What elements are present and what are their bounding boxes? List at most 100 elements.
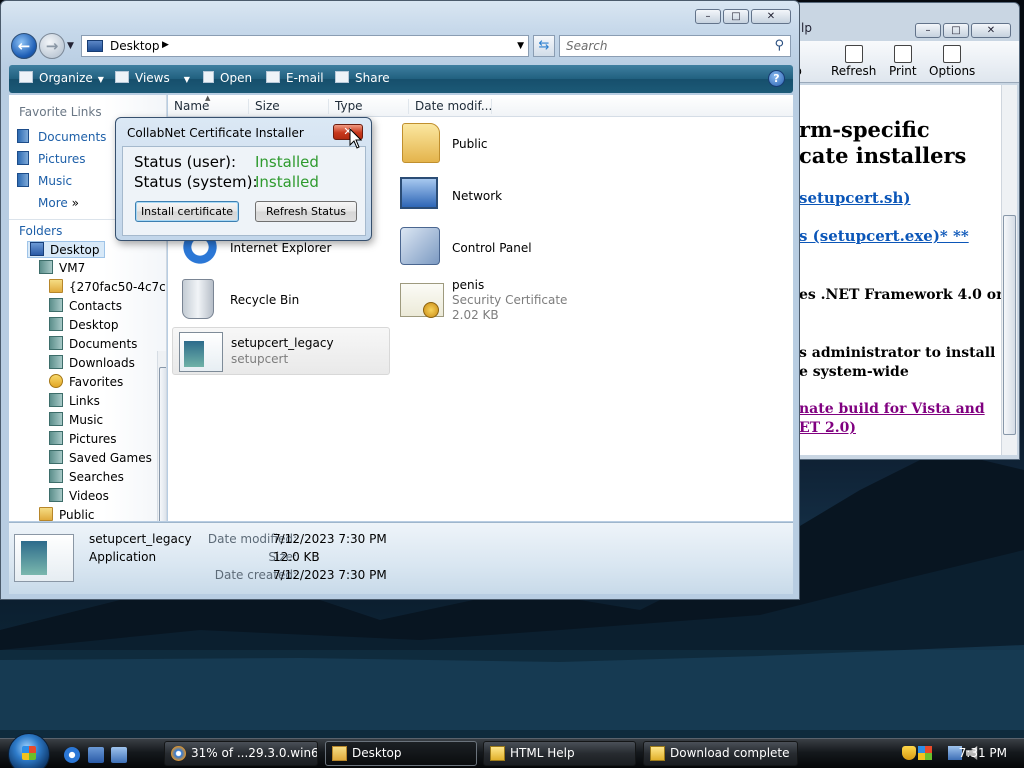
sort-ascending-icon: ▲: [205, 94, 211, 102]
tree-item-documents[interactable]: Documents: [49, 336, 137, 351]
forward-button[interactable]: →: [39, 33, 65, 59]
taskbar-item-label: Download complete: [670, 746, 790, 760]
help-link-alternate-line2[interactable]: ET 2.0): [799, 420, 856, 436]
tree-item-pictures[interactable]: Pictures: [49, 431, 117, 446]
recent-pages-dropdown[interactable]: ▼: [67, 41, 74, 51]
help-refresh-button[interactable]: Refresh: [831, 45, 876, 78]
taskbar-item-download-complete[interactable]: Download complete: [643, 741, 798, 766]
help-scrollbar[interactable]: [1001, 85, 1017, 455]
help-minimize-button[interactable]: –: [915, 23, 941, 38]
list-item-recycle-bin[interactable]: Recycle Bin: [172, 275, 390, 323]
windows-security-icon[interactable]: [918, 746, 932, 760]
application-icon: [179, 332, 223, 372]
start-button[interactable]: [8, 733, 50, 768]
tree-item-guid-folder[interactable]: {270fac50-4c7c: [49, 279, 166, 294]
list-item-setupcert-legacy[interactable]: setupcert_legacy setupcert: [172, 327, 390, 375]
install-certificate-button[interactable]: Install certificate: [135, 201, 239, 222]
help-icon[interactable]: ?: [768, 70, 785, 87]
tree-item-downloads[interactable]: Downloads: [49, 355, 135, 370]
list-item-network[interactable]: Network: [394, 171, 612, 219]
views-icon: [115, 71, 129, 83]
taskbar-item-desktop[interactable]: Desktop: [325, 741, 477, 766]
tree-item-vm7[interactable]: VM7: [39, 260, 85, 275]
help-options-button[interactable]: Options: [929, 45, 975, 78]
quick-launch-switch-windows-icon[interactable]: [111, 747, 127, 763]
taskbar-item-html-help[interactable]: HTML Help: [483, 741, 636, 766]
html-help-window[interactable]: lp – □ ✕ p Refresh Print Options rm-spec…: [780, 2, 1020, 460]
refresh-arrows-icon: ⇆: [538, 38, 550, 53]
tree-item-desktop[interactable]: Desktop: [27, 241, 105, 258]
address-row: ← → ▼ Desktop ▶ ▼ ⇆ Search ⚲: [9, 33, 793, 61]
tree-item-music[interactable]: Music: [49, 412, 103, 427]
quick-launch-ie-icon[interactable]: [64, 747, 80, 763]
searches-icon: [49, 469, 63, 483]
share-button[interactable]: Share: [335, 71, 390, 85]
taskbar-item-label: 31% of ...29.3.0.win6...: [191, 746, 318, 760]
favorite-pictures[interactable]: Pictures: [17, 151, 86, 166]
refresh-status-button[interactable]: Refresh Status: [255, 201, 357, 222]
tree-label: Documents: [69, 337, 138, 351]
help-content-pane: rm-specific cate installers setupcert.sh…: [799, 85, 1001, 455]
item-type: Security Certificate: [452, 293, 568, 307]
quick-launch-show-desktop-icon[interactable]: [88, 747, 104, 763]
help-text-systemwide: e system-wide: [799, 364, 909, 380]
organize-menu[interactable]: Organize ▼: [19, 71, 104, 85]
favorite-documents[interactable]: Documents: [17, 129, 106, 144]
taskbar-item-download[interactable]: 31% of ...29.3.0.win6...: [164, 741, 318, 766]
tree-label: Music: [69, 413, 104, 427]
views-menu[interactable]: Views ▼: [115, 71, 190, 85]
search-icon[interactable]: ⚲: [774, 38, 784, 53]
status-system-label: Status (system):: [134, 173, 258, 191]
tree-label: Saved Games: [69, 451, 152, 465]
help-print-button[interactable]: Print: [889, 45, 917, 78]
open-button[interactable]: Open: [203, 71, 252, 85]
help-scroll-thumb[interactable]: [1003, 215, 1016, 435]
back-button[interactable]: ←: [11, 33, 37, 59]
column-name[interactable]: ▲ Name: [168, 94, 248, 114]
certificate-installer-dialog[interactable]: CollabNet Certificate Installer ✕ Status…: [115, 117, 372, 241]
maximize-button[interactable]: □: [723, 9, 749, 24]
navigation-scrollbar[interactable]: [157, 351, 166, 521]
breadcrumb-chevron-icon[interactable]: ▶: [162, 40, 169, 50]
tree-item-contacts[interactable]: Contacts: [49, 298, 122, 313]
address-dropdown-icon[interactable]: ▼: [517, 41, 524, 51]
favorite-more[interactable]: More »: [17, 195, 79, 210]
item-name: Recycle Bin: [230, 293, 300, 307]
details-file-type: Application: [89, 550, 157, 564]
navigation-scroll-thumb[interactable]: [159, 367, 166, 521]
list-item-control-panel[interactable]: Control Panel: [394, 223, 612, 271]
refresh-button[interactable]: ⇆: [533, 35, 555, 57]
favorite-music[interactable]: Music: [17, 173, 72, 188]
help-maximize-button[interactable]: □: [943, 23, 969, 38]
minimize-button[interactable]: –: [695, 9, 721, 24]
column-type[interactable]: Type: [328, 99, 408, 114]
help-link-setupcert-exe[interactable]: s (setupcert.exe)* **: [799, 227, 969, 245]
tree-item-favorites[interactable]: Favorites: [49, 374, 123, 389]
organize-label: Organize: [39, 71, 93, 85]
address-bar[interactable]: Desktop ▶ ▼: [81, 35, 529, 57]
organize-icon: [19, 71, 33, 83]
help-link-alternate-line1[interactable]: nate build for Vista and: [799, 401, 985, 417]
close-button[interactable]: ✕: [751, 9, 791, 24]
folder-icon: [49, 279, 63, 293]
status-system-value: Installed: [255, 173, 319, 191]
tree-item-videos[interactable]: Videos: [49, 488, 109, 503]
search-box[interactable]: Search ⚲: [559, 35, 791, 57]
tree-item-public[interactable]: Public: [39, 507, 95, 521]
clock[interactable]: 7:31 PM: [959, 746, 1007, 760]
help-close-button[interactable]: ✕: [971, 23, 1011, 38]
tree-item-saved-games[interactable]: Saved Games: [49, 450, 152, 465]
list-item-certificate[interactable]: penis Security Certificate 2.02 KB: [394, 275, 612, 323]
list-item-public[interactable]: Public: [394, 119, 612, 167]
explorer-window[interactable]: – □ ✕ ← → ▼ Desktop ▶ ▼ ⇆ Search ⚲ Organ…: [0, 0, 800, 600]
tree-item-desktop-sub[interactable]: Desktop: [49, 317, 119, 332]
tree-item-searches[interactable]: Searches: [49, 469, 124, 484]
firefox-download-icon: [171, 746, 186, 761]
email-button[interactable]: E-mail: [266, 71, 324, 85]
links-icon: [49, 393, 63, 407]
help-link-setupcert-sh[interactable]: setupcert.sh): [799, 189, 911, 207]
column-date-modified[interactable]: Date modif...: [408, 99, 492, 114]
security-shield-icon[interactable]: [902, 746, 916, 760]
tree-item-links[interactable]: Links: [49, 393, 100, 408]
column-size[interactable]: Size: [248, 99, 328, 114]
